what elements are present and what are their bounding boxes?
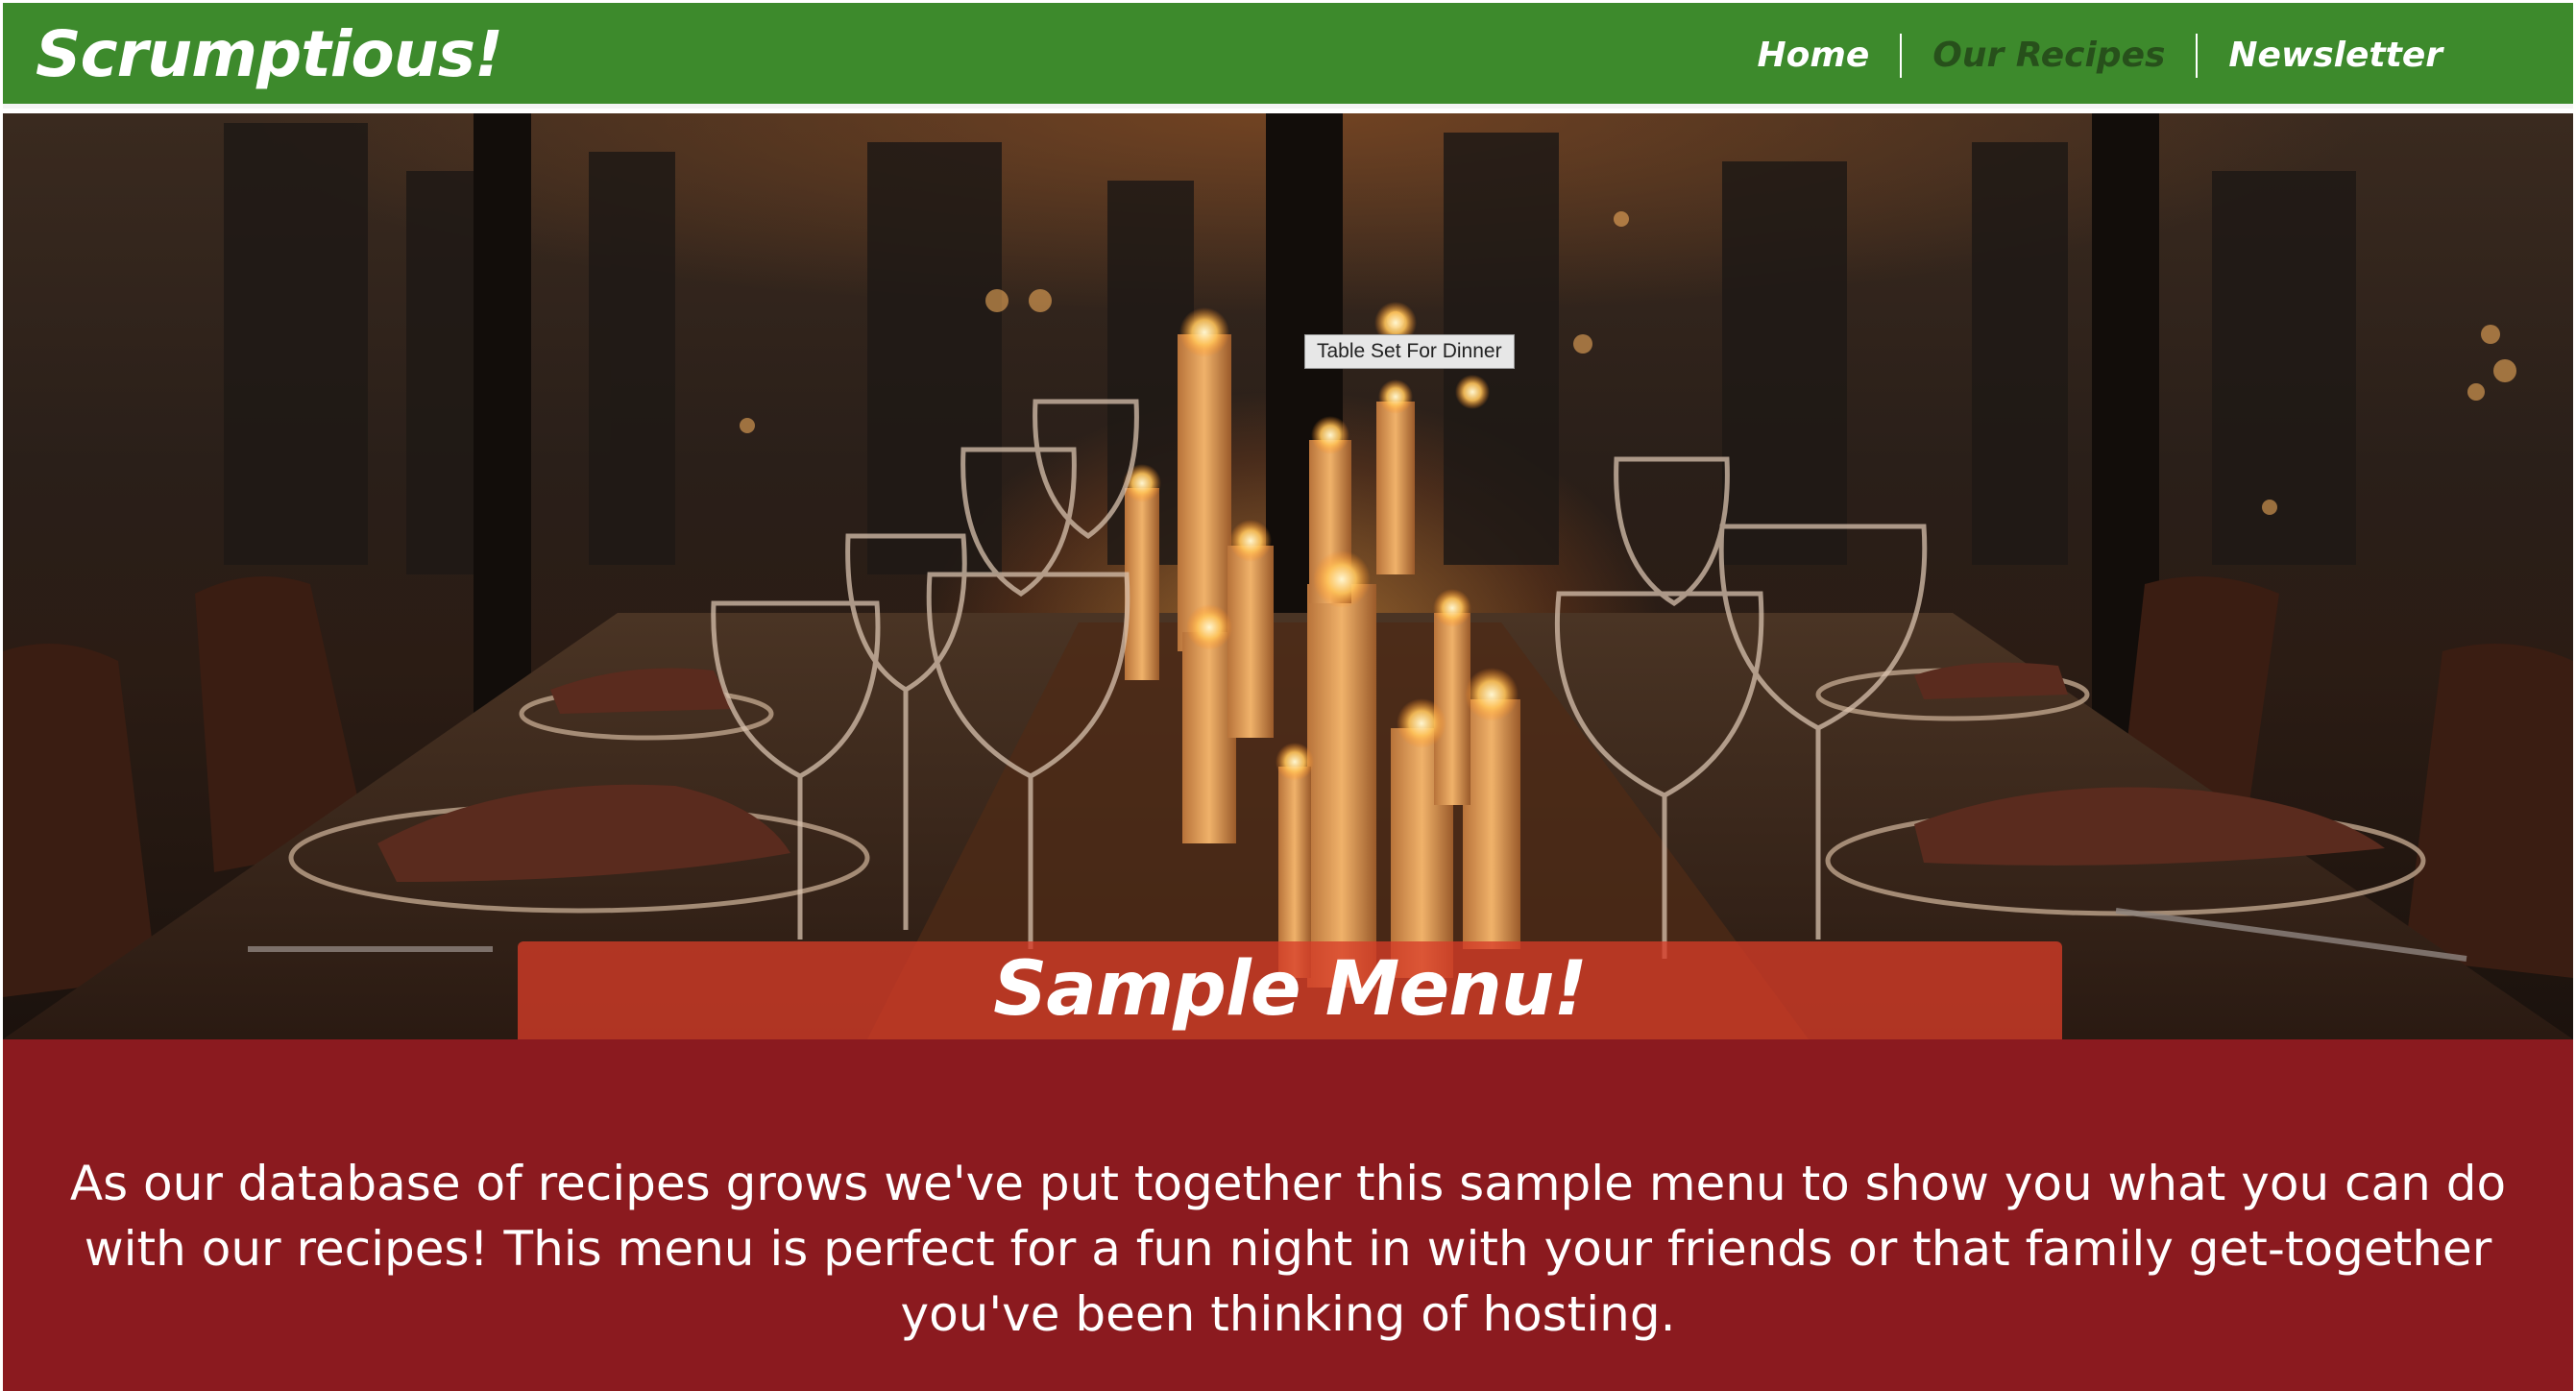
main-nav: Home Our Recipes Newsletter: [1726, 32, 2473, 80]
site-header: Scrumptious! Home Our Recipes Newsletter: [3, 3, 2573, 109]
hero-image-section: Table Set For Dinner Sample Menu!: [3, 113, 2573, 1039]
hero-dinner-table-image: [3, 113, 2573, 1039]
image-alt-tooltip: Table Set For Dinner: [1304, 334, 1515, 369]
nav-link-home[interactable]: Home: [1726, 32, 1900, 80]
page: Scrumptious! Home Our Recipes Newsletter: [0, 0, 2576, 1391]
hero-title: Sample Menu!: [993, 946, 1588, 1033]
nav-link-newsletter[interactable]: Newsletter: [2198, 32, 2473, 80]
nav-link-our-recipes[interactable]: Our Recipes: [1902, 32, 2196, 80]
site-logo[interactable]: Scrumptious!: [36, 16, 503, 93]
intro-paragraph: As our database of recipes grows we've p…: [69, 1156, 2507, 1342]
intro-section: As our database of recipes grows we've p…: [3, 1039, 2573, 1391]
